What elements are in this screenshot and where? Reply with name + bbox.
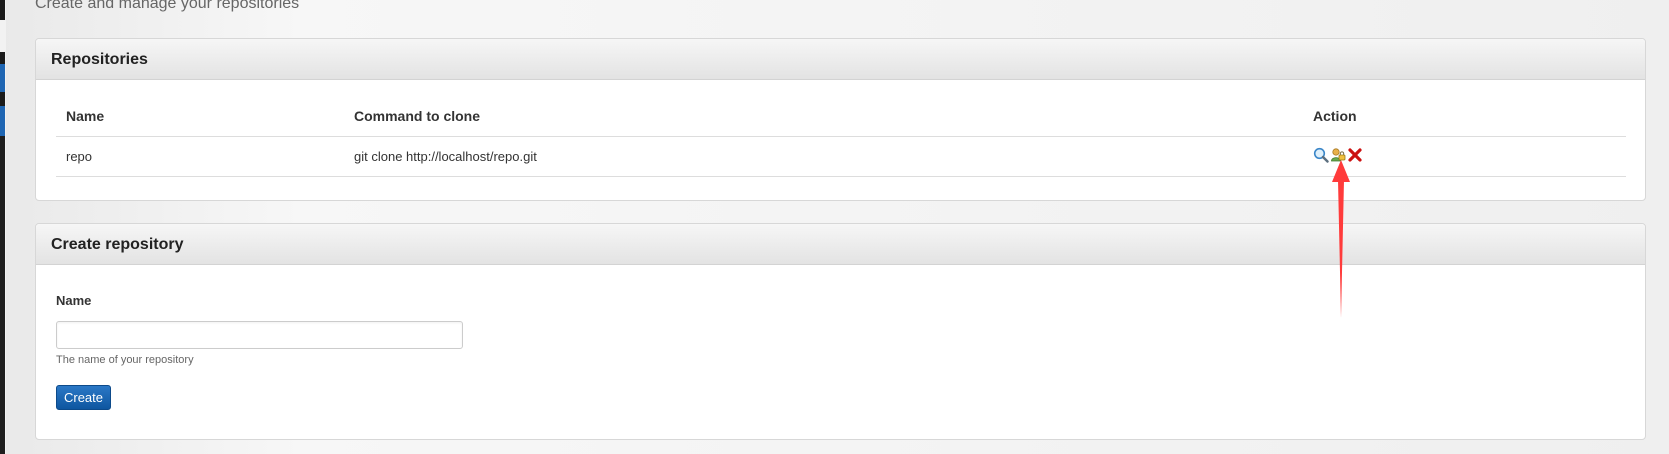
clone-command-cell: git clone http://localhost/repo.git [354,149,537,164]
view-icon[interactable] [1313,147,1329,163]
table-row: repo git clone http://localhost/repo.git [56,137,1626,177]
table-header-row: Name Command to clone Action [56,95,1626,137]
page-subtitle: Create and manage your repositories [35,0,300,12]
column-header-command: Command to clone [354,108,481,124]
permissions-icon[interactable] [1330,147,1346,163]
name-field-label: Name [56,293,92,308]
create-repository-panel: Create repository Name The name of your … [35,223,1646,440]
create-repository-panel-title: Create repository [36,224,1645,265]
repositories-panel-title: Repositories [36,39,1645,80]
delete-icon[interactable] [1347,147,1363,163]
sidebar-edge-segment [0,52,5,64]
create-button[interactable]: Create [56,385,111,410]
repo-name-cell: repo [66,149,93,164]
sidebar-edge-segment [0,92,5,106]
repository-name-input[interactable] [56,321,463,349]
sidebar-edge-segment-active [0,64,5,92]
repositories-table: Name Command to clone Action repo git cl… [56,95,1626,177]
sidebar-edge-segment [0,0,5,20]
column-header-action: Action [1313,108,1357,124]
action-icons [1313,147,1363,165]
repositories-panel: Repositories Name Command to clone Actio… [35,38,1646,201]
name-help-text: The name of your repository [56,354,194,366]
sidebar-edge-segment-active [0,106,5,136]
sidebar-edge [0,0,6,454]
sidebar-edge-segment [0,136,5,454]
column-header-name: Name [66,108,105,124]
